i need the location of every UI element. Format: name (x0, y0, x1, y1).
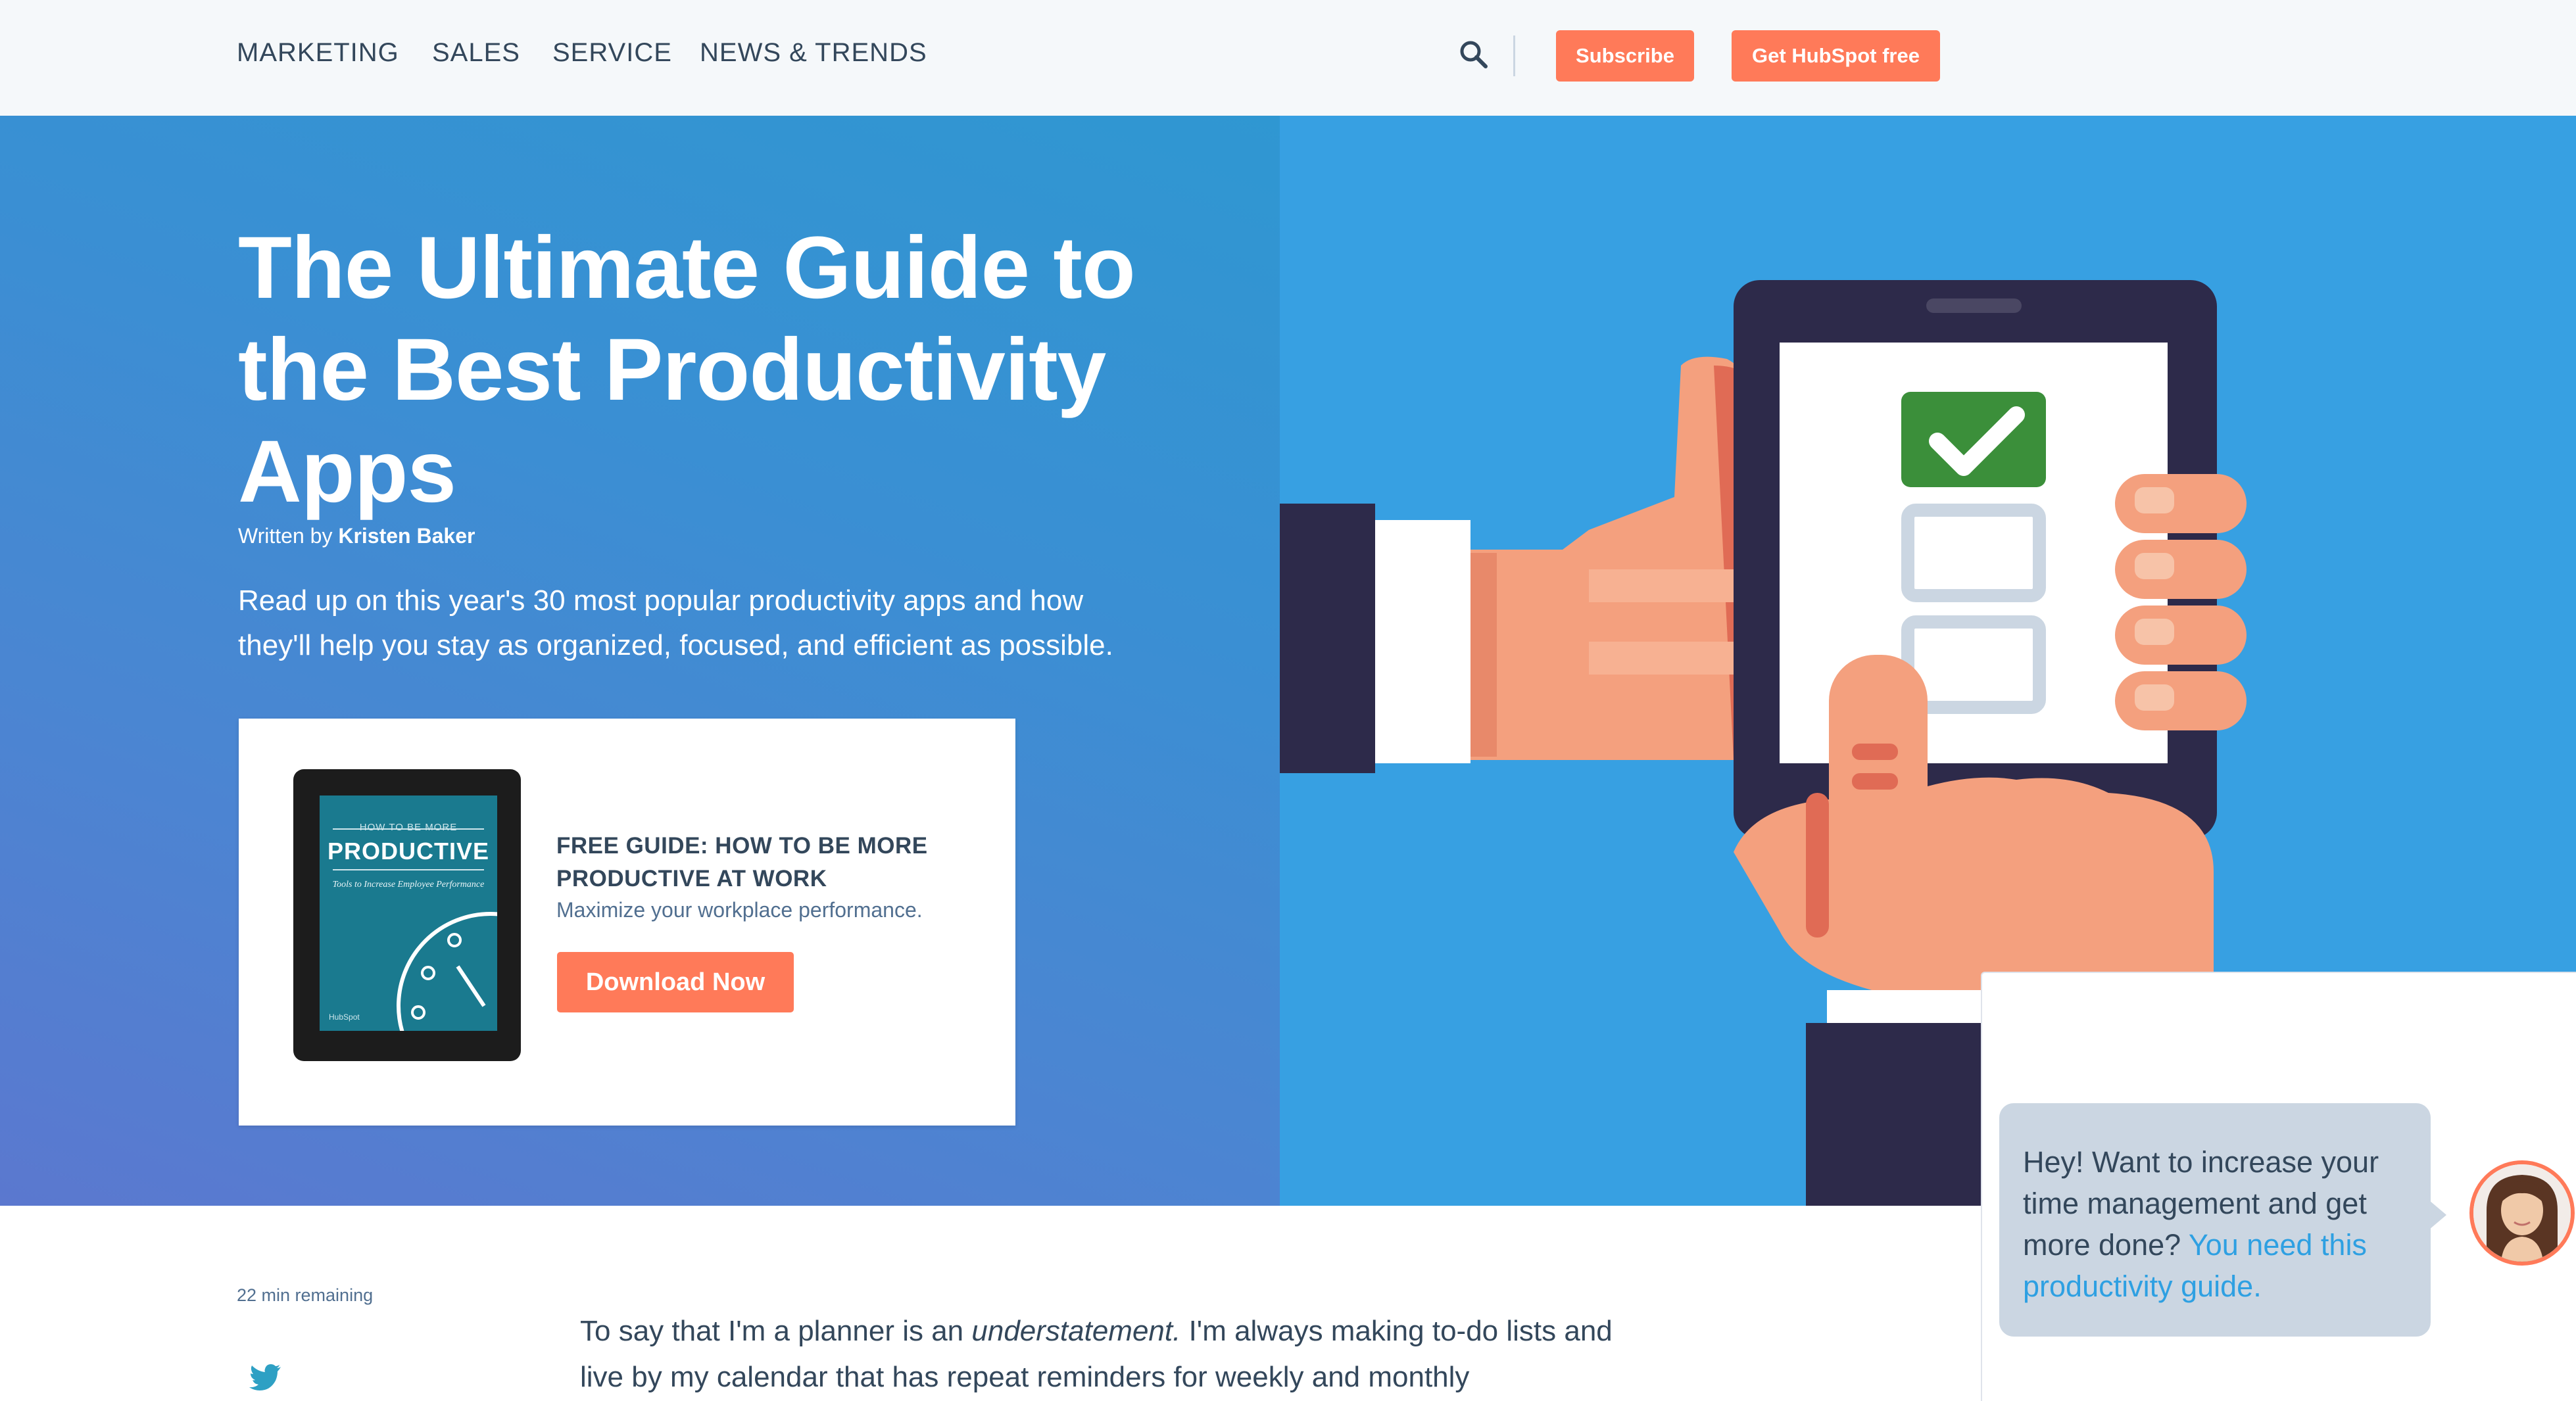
chat-message-bubble: Hey! Want to increase your time manageme… (1999, 1103, 2431, 1337)
nav-item-sales[interactable]: SALES (432, 38, 520, 68)
nav-item-service[interactable]: SERVICE (552, 38, 672, 68)
nav-item-news-trends[interactable]: NEWS & TRENDS (700, 38, 927, 68)
subscribe-button[interactable]: Subscribe (1556, 30, 1694, 82)
twitter-icon[interactable] (249, 1364, 281, 1392)
cta-heading: FREE GUIDE: HOW TO BE MORE PRODUCTIVE AT… (556, 833, 928, 891)
download-now-button[interactable]: Download Now (557, 952, 794, 1012)
cover-rule-2 (333, 869, 484, 870)
byline-prefix: Written by (238, 524, 339, 548)
author-link[interactable]: Kristen Baker (338, 524, 475, 548)
nav-item-marketing[interactable]: MARKETING (237, 38, 399, 68)
ebook-kicker: HOW TO BE MORE (359, 822, 458, 833)
clock-icon (397, 912, 497, 1031)
article-paragraph: To say that I'm a planner is an understa… (580, 1308, 1619, 1400)
article-text-1: To say that I'm a planner is an (580, 1315, 972, 1347)
avatar-icon[interactable] (2469, 1160, 2575, 1266)
article-emphasis: understatement. (971, 1315, 1181, 1347)
get-hubspot-free-button[interactable]: Get HubSpot free (1732, 30, 1940, 82)
intro-text: Read up on this year's 30 most popular p… (238, 584, 1113, 661)
avatar-portrait (2473, 1164, 2571, 1262)
ebook-subtitle: Tools to Increase Employee Performance (332, 880, 485, 890)
cta-subheading: Maximize your workplace performance. (556, 898, 923, 922)
ebook-cover: HOW TO BE MORE PRODUCTIVE Tools to Incre… (320, 795, 497, 1031)
read-time: 22 min remaining (237, 1285, 374, 1305)
chat-bubble-tail (2429, 1200, 2446, 1229)
byline: Written by Kristen Baker (238, 524, 475, 548)
search-icon[interactable] (1459, 39, 1489, 70)
header-divider (1513, 36, 1515, 76)
page-title: The Ultimate Guide to the Best Productiv… (238, 219, 1136, 521)
ebook-title: PRODUCTIVE (327, 838, 490, 865)
ebook-brand: HubSpot (329, 1012, 360, 1022)
